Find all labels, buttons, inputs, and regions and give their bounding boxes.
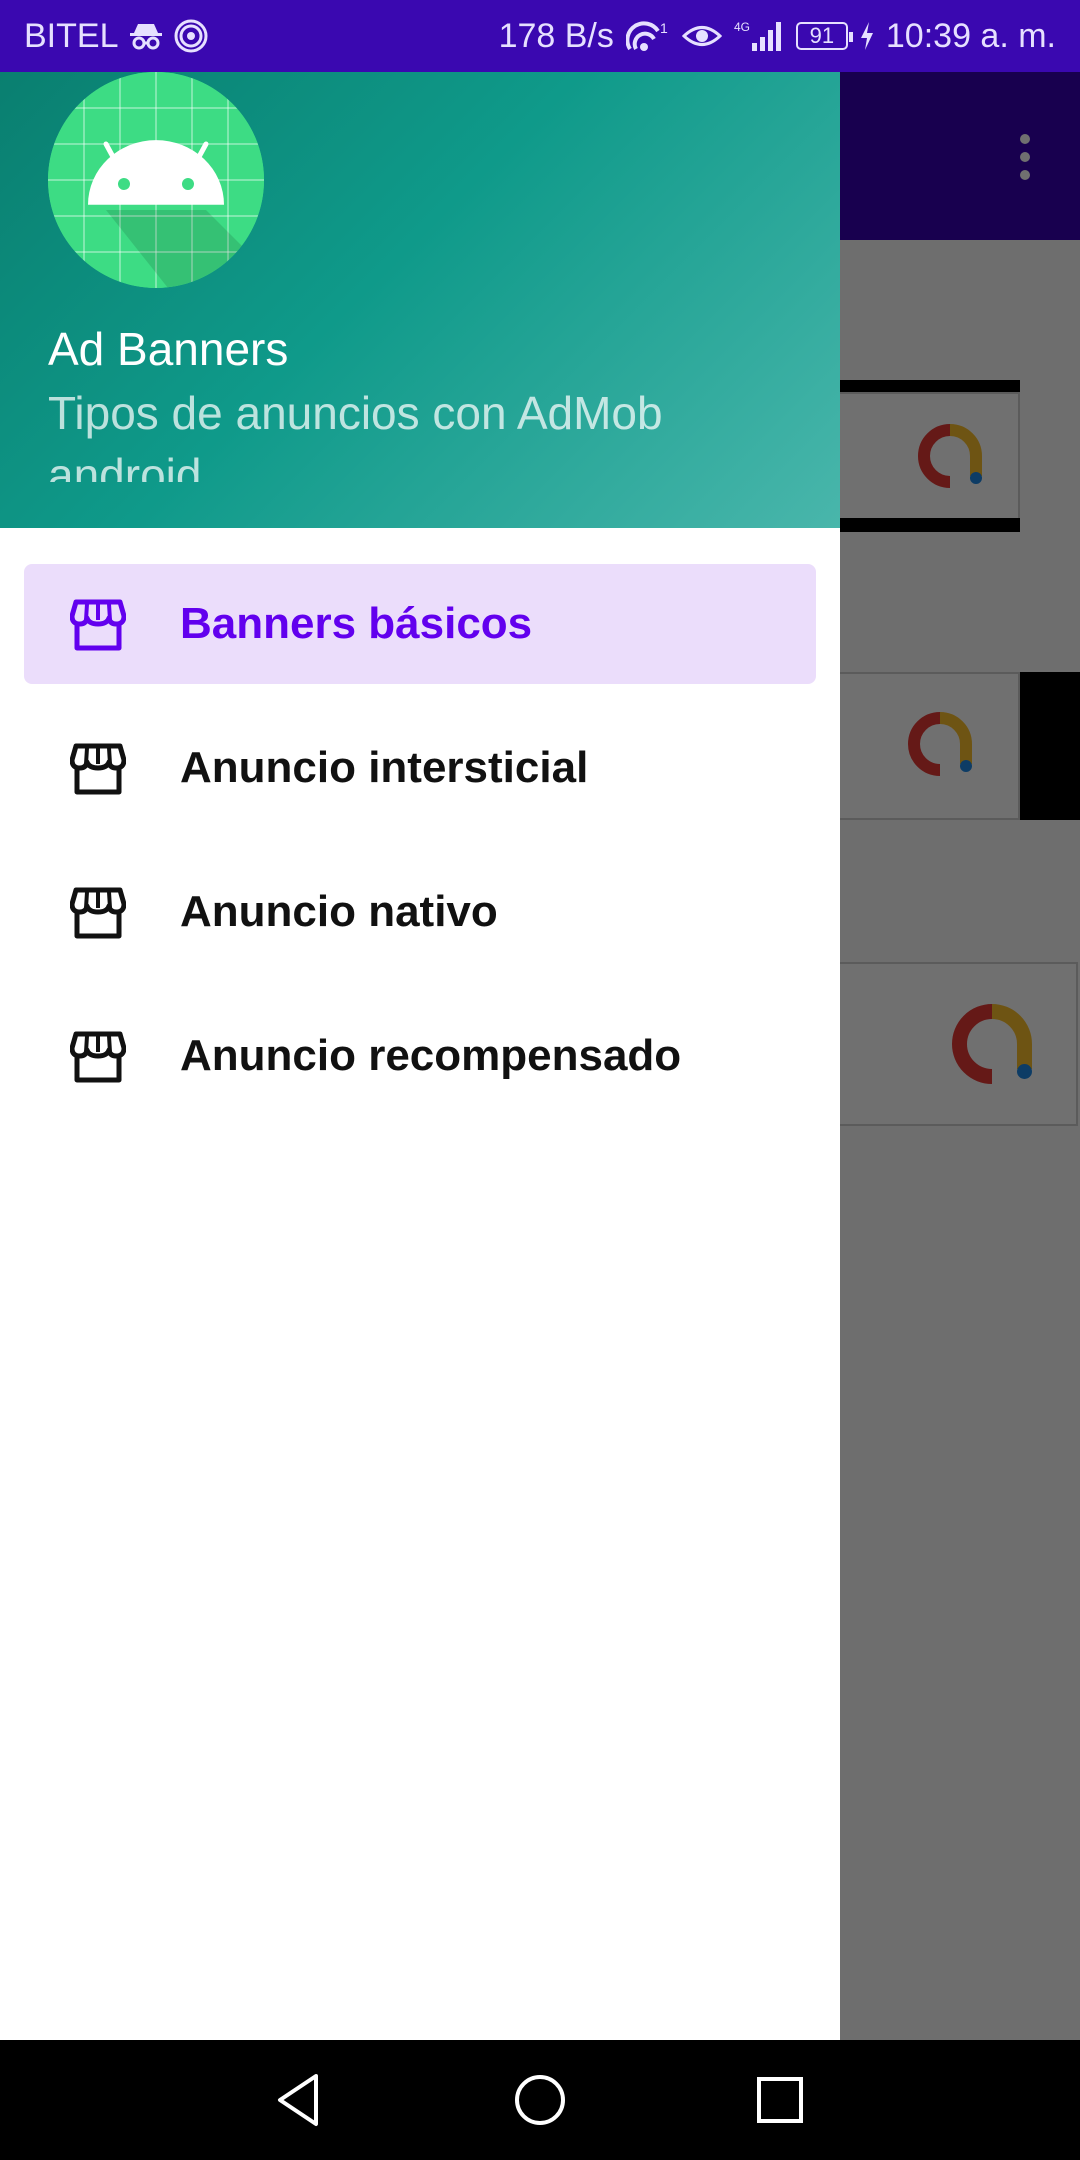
android-avatar-icon — [48, 72, 264, 288]
wifi-hotspot-icon: 1 — [625, 19, 670, 53]
network-speed: 178 B/s — [498, 16, 614, 55]
incognito-icon — [128, 21, 164, 51]
store-icon — [70, 599, 126, 651]
menu-item-label: Anuncio recompensado — [180, 1031, 682, 1080]
store-icon — [70, 743, 126, 795]
clock: 10:39 a. m. — [885, 16, 1056, 55]
charging-icon — [860, 22, 874, 50]
recents-icon[interactable] — [750, 2070, 810, 2130]
carrier-name: BITEL — [24, 16, 119, 55]
hotspot-badge: 1 — [660, 20, 668, 36]
back-icon[interactable] — [270, 2070, 330, 2130]
battery-indicator: 91 — [795, 22, 853, 50]
menu-item-banners-basicos[interactable]: Banners básicos — [24, 564, 816, 684]
network-type: 4G — [734, 20, 750, 34]
menu-item-label: Anuncio intersticial — [180, 743, 589, 792]
drawer-title: Ad Banners — [48, 323, 289, 375]
system-navigation-bar — [0, 2040, 1080, 2160]
menu-item-anuncio-recompensado[interactable]: Anuncio recompensado — [24, 996, 816, 1116]
drawer-header: Ad Banners Tipos de anuncios con AdMob a… — [0, 72, 840, 528]
navigation-drawer: Ad Banners Tipos de anuncios con AdMob a… — [0, 72, 840, 2040]
menu-item-label: Banners básicos — [180, 599, 533, 648]
menu-item-anuncio-intersticial[interactable]: Anuncio intersticial — [24, 708, 816, 828]
signal-icon: 4G — [734, 19, 784, 53]
drawer-menu: Banners básicos Anuncio intersticial Anu… — [0, 564, 840, 1140]
home-icon[interactable] — [510, 2070, 570, 2130]
status-bar: BITEL 178 B/s 1 4G 91 10:39 a. m. — [0, 0, 1080, 72]
store-icon — [70, 1031, 126, 1083]
store-icon — [70, 887, 126, 939]
hotspot-icon — [174, 19, 208, 53]
menu-item-label: Anuncio nativo — [180, 887, 498, 936]
eye-comfort-icon — [681, 21, 722, 51]
drawer-subtitle: Tipos de anuncios con AdMob android — [48, 387, 663, 482]
menu-item-anuncio-nativo[interactable]: Anuncio nativo — [24, 852, 816, 972]
